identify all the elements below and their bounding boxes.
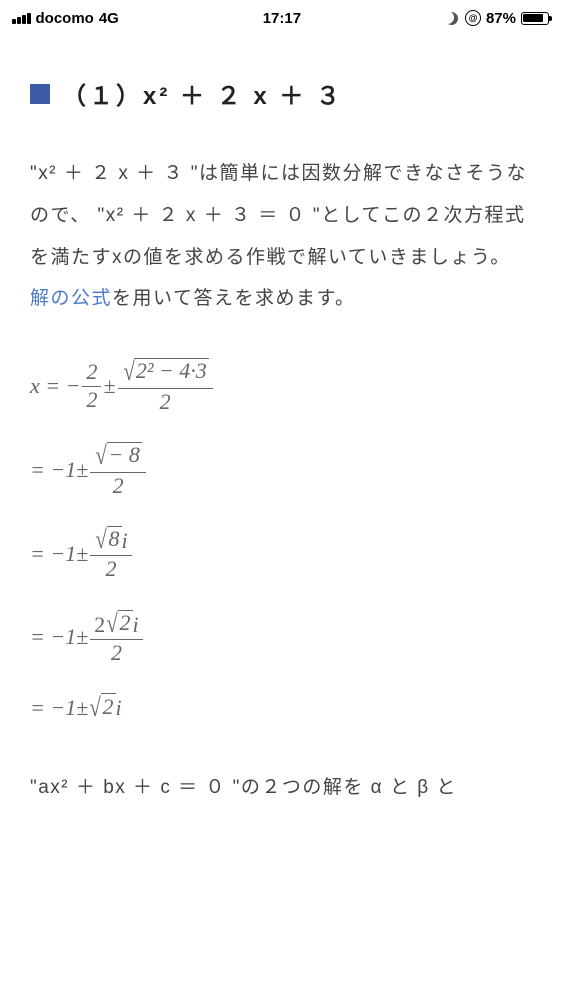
footer-text: "ax² ＋ bx ＋ c ＝ ０ "の２つの解を α と β と	[30, 767, 531, 809]
heading: （１）x² ＋ ２ x ＋ ３	[30, 76, 531, 111]
equation-1: x = − 22 ± √2² − 4·32	[30, 358, 531, 414]
equation-5: = −1± √2i	[30, 693, 531, 723]
battery-fill	[523, 14, 543, 22]
signal-icon	[12, 13, 31, 24]
body-p2: を用いて答えを求めます。	[112, 288, 356, 309]
status-right: @ 87%	[445, 10, 549, 27]
equation-3: = −1± √8i2	[30, 526, 531, 582]
moon-icon	[445, 11, 460, 26]
body-p1: "x² ＋ ２ x ＋ ３ "は簡単には因数分解できなさそうなので、 "x² ＋…	[30, 163, 527, 268]
clock: 17:17	[263, 10, 301, 27]
battery-pct: 87%	[486, 10, 516, 27]
content: （１）x² ＋ ２ x ＋ ３ "x² ＋ ２ x ＋ ３ "は簡単には因数分解…	[0, 36, 561, 809]
status-bar: docomo 4G 17:17 @ 87%	[0, 0, 561, 36]
carrier: docomo	[36, 10, 94, 27]
body-text: "x² ＋ ２ x ＋ ３ "は簡単には因数分解できなさそうなので、 "x² ＋…	[30, 153, 531, 320]
orientation-lock-icon: @	[465, 10, 481, 26]
equation-2: = −1± √− 82	[30, 442, 531, 498]
bullet-square-icon	[30, 84, 50, 104]
equation-4: = −1± 2√2i2	[30, 610, 531, 666]
status-left: docomo 4G	[12, 10, 119, 27]
network: 4G	[99, 10, 119, 27]
heading-text: （１）x² ＋ ２ x ＋ ３	[62, 76, 343, 111]
formula-link[interactable]: 解の公式	[30, 288, 112, 309]
battery-icon	[521, 12, 549, 25]
